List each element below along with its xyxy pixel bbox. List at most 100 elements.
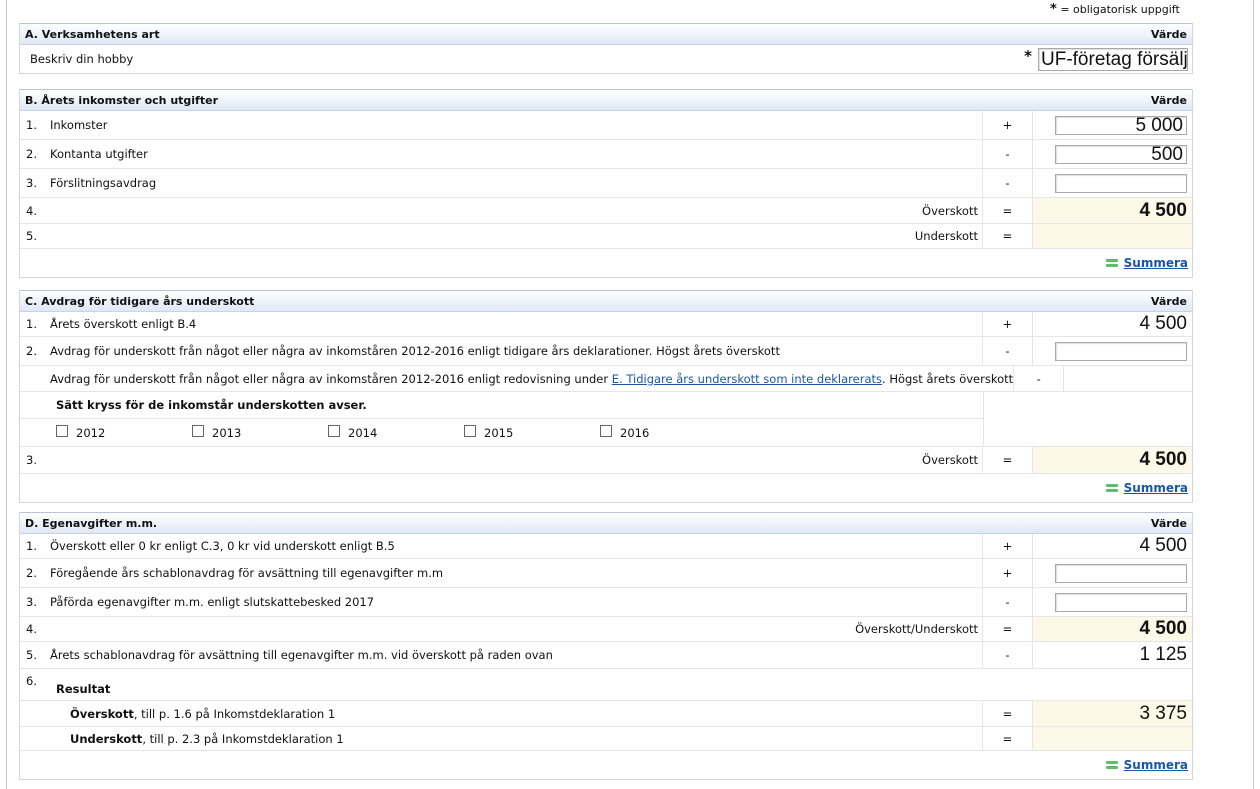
surplus-deficit-label: Överskott/Underskott	[855, 622, 978, 636]
result-surplus-row: Överskott, till p. 1.6 på Inkomstdeklara…	[20, 701, 1192, 727]
required-star: *	[1050, 2, 1057, 17]
b-row-4: 4. Överskott = 4 500	[20, 198, 1192, 224]
operator-equals: =	[982, 701, 1032, 726]
summera-label: Summera	[1123, 481, 1188, 495]
summera-label: Summera	[1123, 758, 1188, 772]
checkbox-icon[interactable]	[56, 425, 68, 437]
operator-equals: =	[982, 617, 1032, 641]
summera-row-d: Summera	[20, 751, 1192, 779]
c-surplus-label: Överskott	[922, 453, 978, 467]
depreciation-input[interactable]	[1055, 173, 1187, 193]
section-d-header: D. Egenavgifter m.m. Värde	[20, 512, 1192, 534]
equals-icon	[1105, 258, 1118, 268]
operator-equals: =	[982, 198, 1032, 223]
year-label: 2012	[76, 425, 106, 440]
row-number: 1.	[26, 317, 37, 331]
required-legend-text: = obligatorisk uppgift	[1060, 3, 1180, 16]
b-row-3: 3. Förslitningsavdrag -	[20, 169, 1192, 198]
operator-plus: +	[982, 559, 1032, 587]
d-row-2: 2. Föregående års schablonavdrag för avs…	[20, 559, 1192, 588]
operator-minus: -	[1013, 366, 1063, 391]
year-checkbox-2014[interactable]: 2014	[328, 425, 464, 440]
cash-expenses-input[interactable]: 500	[1055, 144, 1187, 164]
year-label: 2016	[620, 425, 650, 440]
b-row-5: 5. Underskott =	[20, 224, 1192, 249]
prior-deficit-label: Avdrag för underskott från något eller n…	[50, 344, 780, 358]
undeclared-suffix: . Högst årets överskott	[882, 371, 1014, 386]
summera-row-c: Summera	[20, 474, 1192, 502]
equals-icon	[1105, 483, 1118, 493]
prev-schablon-label: Föregående års schablonavdrag för avsätt…	[50, 566, 444, 580]
section-c-header: C. Avdrag för tidigare års underskott Vä…	[20, 290, 1192, 312]
year-checkbox-2013[interactable]: 2013	[192, 425, 328, 440]
result-surplus-bold: Överskott	[70, 706, 134, 721]
row-number: 2.	[26, 147, 37, 161]
c-row-3: 3. Överskott = 4 500	[20, 447, 1192, 474]
prior-deficit-input[interactable]	[1055, 341, 1187, 361]
schablon-deduction-label: Årets schablonavdrag för avsättning till…	[50, 648, 553, 662]
year-label: 2015	[484, 425, 514, 440]
section-a-title: A. Verksamhetens art	[25, 27, 160, 41]
undeclared-prefix: Avdrag för underskott från något eller n…	[50, 371, 612, 386]
year-checkbox-2012[interactable]: 2012	[56, 425, 192, 440]
year-checkbox-2015[interactable]: 2015	[464, 425, 600, 440]
d-surplus-basis-label: Överskott eller 0 kr enligt C.3, 0 kr vi…	[50, 539, 395, 553]
value-header: Värde	[1150, 516, 1187, 530]
row-number: 2.	[26, 566, 37, 580]
operator-equals: =	[982, 727, 1032, 750]
d-row-6: 6. Resultat	[20, 669, 1192, 701]
section-d-title: D. Egenavgifter m.m.	[25, 516, 158, 530]
surplus-label: Överskott	[922, 203, 978, 218]
result-heading: Resultat	[56, 682, 111, 696]
result-deficit-label: Underskott, till p. 2.3 på Inkomstdeklar…	[20, 732, 982, 746]
d-row-1: 1. Överskott eller 0 kr enligt C.3, 0 kr…	[20, 534, 1192, 559]
operator-plus: +	[982, 312, 1032, 336]
c-surplus-value: 4 500	[1032, 447, 1192, 473]
row-number: 5.	[26, 648, 37, 662]
cash-expenses-label: Kontanta utgifter	[50, 147, 148, 161]
hobby-label: Beskriv din hobby	[30, 52, 134, 66]
row-number: 3.	[26, 453, 37, 467]
section-c-title: C. Avdrag för tidigare års underskott	[25, 294, 255, 308]
row-number: 3.	[26, 595, 37, 609]
undeclared-deficit-label: Avdrag för underskott från något eller n…	[50, 372, 1013, 386]
years-heading: Sätt kryss för de inkomstår underskotten…	[20, 392, 984, 418]
operator-plus: +	[982, 534, 1032, 558]
summera-button-b[interactable]: Summera	[1105, 256, 1188, 270]
value-header: Värde	[1150, 93, 1187, 107]
checkbox-icon[interactable]	[464, 425, 476, 437]
year-surplus-label: Årets överskott enligt B.4	[50, 317, 197, 331]
checkbox-icon[interactable]	[600, 425, 612, 437]
operator-minus: -	[982, 642, 1032, 668]
operator-minus: -	[982, 588, 1032, 616]
year-label: 2013	[212, 425, 242, 440]
prev-schablon-input[interactable]	[1055, 563, 1187, 583]
operator-equals: =	[982, 224, 1032, 248]
hobby-input[interactable]: UF-företag försäljn	[1038, 47, 1188, 71]
row-number: 1.	[26, 118, 37, 132]
schablon-deduction-value: 1 125	[1032, 642, 1192, 668]
c-row-1: 1. Årets överskott enligt B.4 + 4 500	[20, 312, 1192, 337]
income-input[interactable]: 5 000	[1055, 115, 1187, 135]
income-label: Inkomster	[50, 118, 108, 132]
deficit-label: Underskott	[914, 229, 978, 243]
year-checkbox-2016[interactable]: 2016	[600, 425, 736, 440]
assessed-fees-input[interactable]	[1055, 592, 1187, 612]
section-a: A. Verksamhetens art Värde Beskriv din h…	[19, 23, 1193, 74]
value-header: Värde	[1150, 27, 1187, 41]
row-number: 2.	[26, 344, 37, 358]
checkbox-icon[interactable]	[192, 425, 204, 437]
year-surplus-value: 4 500	[1032, 312, 1192, 336]
c-row-2b: Avdrag för underskott från något eller n…	[20, 366, 1192, 392]
result-surplus-rest: , till p. 1.6 på Inkomstdeklaration 1	[133, 706, 336, 721]
row-number: 4.	[26, 203, 37, 218]
summera-label: Summera	[1123, 256, 1188, 270]
d-row-4: 4. Överskott/Underskott = 4 500	[20, 617, 1192, 642]
summera-button-c[interactable]: Summera	[1105, 481, 1188, 495]
result-deficit-bold: Underskott	[70, 731, 143, 746]
section-b-header: B. Årets inkomster och utgifter Värde	[20, 89, 1192, 111]
d-row-5: 5. Årets schablonavdrag för avsättning t…	[20, 642, 1192, 669]
summera-button-d[interactable]: Summera	[1105, 758, 1188, 772]
section-e-link[interactable]: E. Tidigare års underskott som inte dekl…	[612, 372, 882, 386]
checkbox-icon[interactable]	[328, 425, 340, 437]
